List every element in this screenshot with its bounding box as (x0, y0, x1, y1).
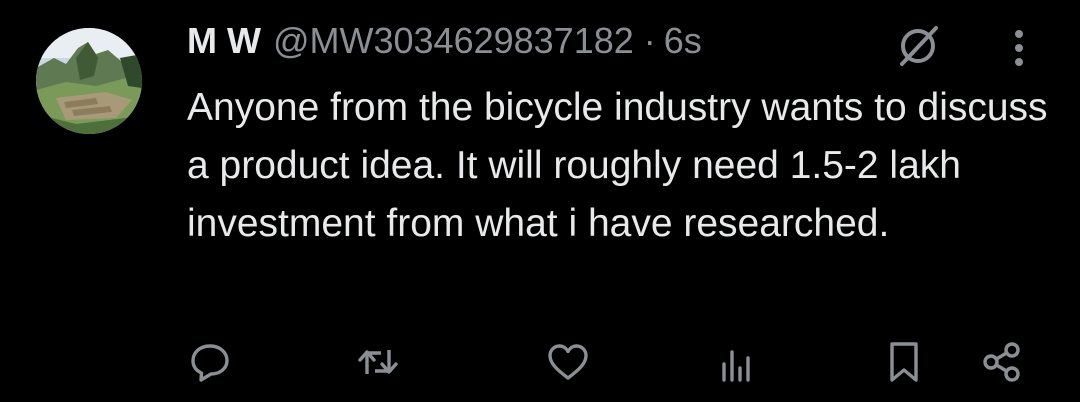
reply-icon[interactable] (188, 340, 232, 384)
share-icon[interactable] (980, 340, 1024, 384)
header-separator: · (643, 20, 656, 61)
bookmark-icon[interactable] (882, 340, 926, 384)
author-handle[interactable]: @MW3034629837182 (273, 20, 634, 62)
mute-icon[interactable] (894, 22, 942, 70)
avatar[interactable] (36, 28, 142, 134)
views-icon[interactable] (714, 340, 758, 384)
like-icon[interactable] (546, 340, 590, 384)
author-name[interactable]: M W (187, 20, 261, 62)
tweet-timestamp[interactable]: 6s (664, 20, 702, 62)
retweet-icon[interactable] (356, 340, 400, 384)
tweet-header: M W @MW3034629837182 · 6s (187, 20, 702, 72)
tweet[interactable]: M W @MW3034629837182 · 6s Anyone from th… (0, 0, 1080, 402)
more-vertical-icon[interactable] (1004, 22, 1034, 70)
tweet-text: Anyone from the bicycle industry wants t… (187, 86, 1048, 245)
